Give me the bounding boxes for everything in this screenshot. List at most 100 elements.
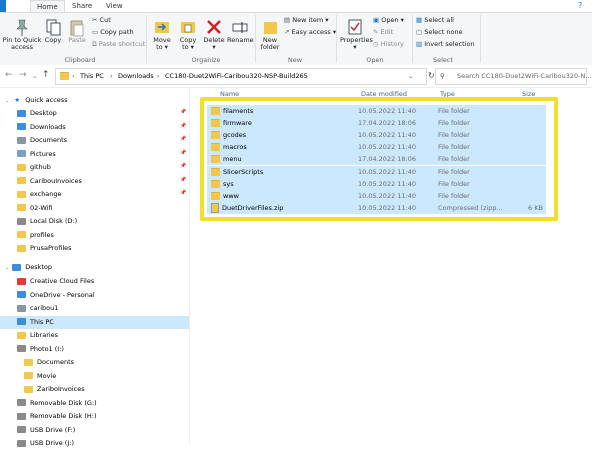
breadcrumb-this-pc[interactable]: This PC xyxy=(80,69,104,84)
desktop-root-node[interactable]: ⌄ Desktop xyxy=(5,261,52,274)
quick-access-label: Quick access xyxy=(25,96,68,104)
sidebar-item-label: PrusaProfiles xyxy=(30,244,72,252)
sidebar-item-label: 02-Wifi xyxy=(30,203,53,212)
annotation-highlight-frame xyxy=(200,97,558,221)
paste-icon xyxy=(70,20,84,37)
new-folder-label: New folder xyxy=(260,36,280,51)
sidebar-item[interactable]: github xyxy=(17,161,51,174)
navigation-pane: ⌄ ★ Quick access Desktop 📌 Downloads 📌 Docum… xyxy=(0,88,189,447)
sidebar-item[interactable]: Pictures xyxy=(17,148,56,161)
sidebar-item[interactable]: exchange xyxy=(17,188,62,201)
tree-item-icon xyxy=(17,304,26,312)
search-icon: ⚲ xyxy=(440,72,445,80)
new-item-button[interactable]: ▤ New item ▾ xyxy=(284,15,329,26)
delete-button[interactable]: Delete ▾ xyxy=(202,17,226,51)
tree-item[interactable]: Movie xyxy=(24,370,56,383)
sidebar-item-label: Documents xyxy=(30,136,68,144)
group-divider xyxy=(146,15,147,63)
tree-item[interactable]: Libraries xyxy=(17,329,58,342)
rename-label: Rename xyxy=(227,36,254,44)
back-arrow-icon[interactable]: ← xyxy=(5,70,13,80)
pin-icon[interactable]: 📌 xyxy=(180,163,186,169)
move-to-button[interactable]: Move to ▾ xyxy=(150,17,174,51)
rename-button[interactable]: Rename xyxy=(227,17,254,44)
tree-item-label: Removable Disk (G:) xyxy=(30,398,97,407)
tree-item-icon xyxy=(17,412,26,420)
copy-folder-icon xyxy=(181,22,195,33)
recent-locations-chevron-icon[interactable]: ⌄ xyxy=(32,72,38,80)
sidebar-item[interactable]: CaribouInvoices xyxy=(17,175,82,188)
address-path[interactable]: › This PC › Downloads › CC180-Duet2WiFi-… xyxy=(55,68,427,85)
tree-item[interactable]: caribou1 xyxy=(17,302,58,315)
pin-icon[interactable]: 📌 xyxy=(180,150,186,156)
edit-button[interactable]: ✎ Edit xyxy=(373,27,393,38)
quick-access-node[interactable]: ⌄ ★ Quick access xyxy=(5,94,68,107)
breadcrumb-current-folder[interactable]: CC180-Duet2WiFi-Caribou320-NSP-Build265 xyxy=(165,69,308,84)
tree-item[interactable]: ZariboInvoices xyxy=(24,383,85,396)
new-folder-button[interactable]: New folder xyxy=(258,17,282,51)
invert-selection-button[interactable]: ▧ Invert selection xyxy=(416,39,475,50)
tree-item-label: ZariboInvoices xyxy=(37,385,85,393)
pin-icon[interactable]: 📌 xyxy=(180,190,186,196)
copy-to-label: Copy to xyxy=(179,36,197,51)
collapse-chevron-icon[interactable]: ⌄ xyxy=(5,265,9,271)
new-folder-icon xyxy=(264,22,277,34)
copy-to-button[interactable]: Copy to ▾ xyxy=(176,17,200,51)
file-tab[interactable] xyxy=(0,0,6,12)
desktop-icon xyxy=(12,263,22,271)
search-input[interactable]: Search CC180-Duet2WiFi-Caribou320-N... xyxy=(457,69,592,84)
search-box[interactable]: ⚲ Search CC180-Duet2WiFi-Caribou320-N... xyxy=(435,68,592,85)
paste-button[interactable]: Paste xyxy=(64,17,90,44)
sidebar-item[interactable]: Downloads xyxy=(17,121,66,134)
easy-access-button[interactable]: ↗ Easy access ▾ xyxy=(284,27,336,38)
cut-button[interactable]: ✂ Cut xyxy=(92,15,111,26)
sidebar-item[interactable]: profiles xyxy=(17,229,54,242)
open-button[interactable]: ▣ Open ▾ xyxy=(373,15,404,26)
delete-label: Delete xyxy=(203,36,225,44)
select-all-button[interactable]: ▦ Select all xyxy=(416,15,454,26)
refresh-icon[interactable]: ↻ xyxy=(428,71,435,80)
sidebar-item[interactable]: PrusaProfiles xyxy=(17,242,72,255)
cut-label: Cut xyxy=(99,16,111,24)
tree-item[interactable]: This PC xyxy=(0,315,189,329)
tree-item[interactable]: Removable Disk (H:) xyxy=(17,410,97,423)
sidebar-item[interactable]: Local Disk (D:) xyxy=(17,215,77,228)
group-divider xyxy=(412,15,413,63)
tree-item[interactable]: OneDrive - Personal xyxy=(17,289,95,302)
new-item-label: New item xyxy=(292,16,324,24)
tree-item[interactable]: Documents xyxy=(24,356,74,369)
properties-button[interactable]: Properties ▾ xyxy=(340,17,373,51)
folder-icon xyxy=(17,190,26,198)
group-divider xyxy=(480,15,481,63)
history-button[interactable]: ◷ History xyxy=(373,39,404,50)
sidebar-item-label: Downloads xyxy=(30,122,66,131)
tree-item[interactable]: USB Drive (F:) xyxy=(17,424,75,437)
up-arrow-icon[interactable]: ↑ xyxy=(42,70,50,80)
copy-path-button[interactable]: ▭ Copy path xyxy=(92,27,134,38)
collapse-chevron-icon[interactable]: ⌄ xyxy=(5,98,9,104)
properties-check-icon xyxy=(348,19,362,35)
pin-icon[interactable]: 📌 xyxy=(180,136,186,142)
tab-view[interactable]: View xyxy=(100,0,129,12)
sidebar-item[interactable]: 02-Wifi xyxy=(17,202,53,215)
copy-button[interactable]: Copy xyxy=(42,17,64,44)
pin-quick-access-button[interactable]: Pin to Quick access xyxy=(2,17,42,51)
tree-item[interactable]: Removable Disk (G:) xyxy=(17,397,97,410)
pin-icon[interactable]: 📌 xyxy=(180,123,186,129)
help-icon[interactable]: ? xyxy=(572,0,588,12)
tree-item-icon xyxy=(17,331,26,339)
pin-icon[interactable]: 📌 xyxy=(180,109,186,115)
tree-item-icon xyxy=(17,318,26,325)
breadcrumb-downloads[interactable]: Downloads xyxy=(118,69,154,84)
select-none-button[interactable]: ▢ Select none xyxy=(416,27,463,38)
tree-item[interactable]: Photo1 (I:) xyxy=(17,343,64,356)
tree-item[interactable]: Creative Cloud Files xyxy=(17,275,94,288)
pin-icon[interactable]: 📌 xyxy=(180,177,186,183)
paste-shortcut-button[interactable]: ⧉ Paste shortcut xyxy=(92,39,145,50)
forward-arrow-icon[interactable]: → xyxy=(19,70,27,80)
tab-share[interactable]: Share xyxy=(66,0,98,12)
address-dropdown-icon[interactable]: ⌄ xyxy=(408,69,413,84)
sidebar-item[interactable]: Desktop xyxy=(17,107,57,120)
tree-item-icon xyxy=(17,277,26,285)
sidebar-item[interactable]: Documents xyxy=(17,134,67,147)
